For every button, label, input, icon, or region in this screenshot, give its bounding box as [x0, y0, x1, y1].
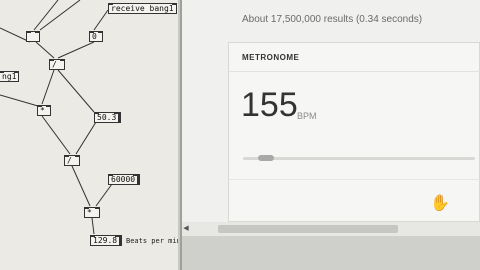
number-box-mid[interactable]: 50.3 — [94, 112, 122, 123]
wire — [93, 9, 109, 31]
pd-patch-canvas[interactable]: receive bang1 ng1 0 / * 50.3 / 60000 * 1… — [0, 0, 193, 270]
divide-object[interactable]: / — [49, 59, 65, 70]
metronome-divider — [229, 71, 480, 72]
message-box-zero[interactable]: 0 — [89, 31, 103, 42]
wire — [35, 41, 55, 59]
bpm-unit-label: BPM — [297, 111, 317, 121]
metronome-footer-divider — [229, 179, 480, 180]
divide-object-2[interactable]: / — [64, 155, 80, 166]
wire — [41, 115, 71, 155]
wire — [57, 69, 95, 113]
wire — [57, 41, 95, 59]
horizontal-scroll-thumb[interactable] — [218, 225, 398, 233]
wire — [91, 217, 95, 235]
receive-object[interactable]: receive bang1 — [108, 3, 177, 14]
horizontal-scrollbar[interactable]: ◀ — [182, 222, 480, 236]
hand-pointer-icon: ✋ — [430, 195, 450, 212]
message-box-left[interactable] — [26, 31, 40, 42]
metronome-title: METRONOME — [242, 53, 300, 62]
browser-window: About 17,500,000 results (0.34 seconds) … — [182, 0, 480, 270]
wire — [95, 183, 113, 207]
tempo-slider-thumb[interactable] — [258, 155, 274, 161]
bpm-value: 155 — [241, 86, 298, 124]
number-box-60000[interactable]: 60000 — [108, 174, 141, 185]
wire — [75, 121, 97, 155]
multiply-object-2[interactable]: * — [84, 207, 100, 218]
bpm-number-box[interactable]: 129.8 — [90, 235, 123, 246]
search-results-stats: About 17,500,000 results (0.34 seconds) — [242, 14, 423, 25]
edge-object[interactable]: ng1 — [0, 71, 20, 82]
desktop-background — [182, 236, 480, 270]
wire — [71, 165, 91, 207]
multiply-object[interactable]: * — [37, 105, 51, 116]
wire — [0, 94, 39, 107]
wire — [41, 69, 55, 105]
tempo-slider-track[interactable] — [243, 157, 475, 160]
scroll-left-arrow-icon[interactable]: ◀ — [182, 224, 190, 234]
